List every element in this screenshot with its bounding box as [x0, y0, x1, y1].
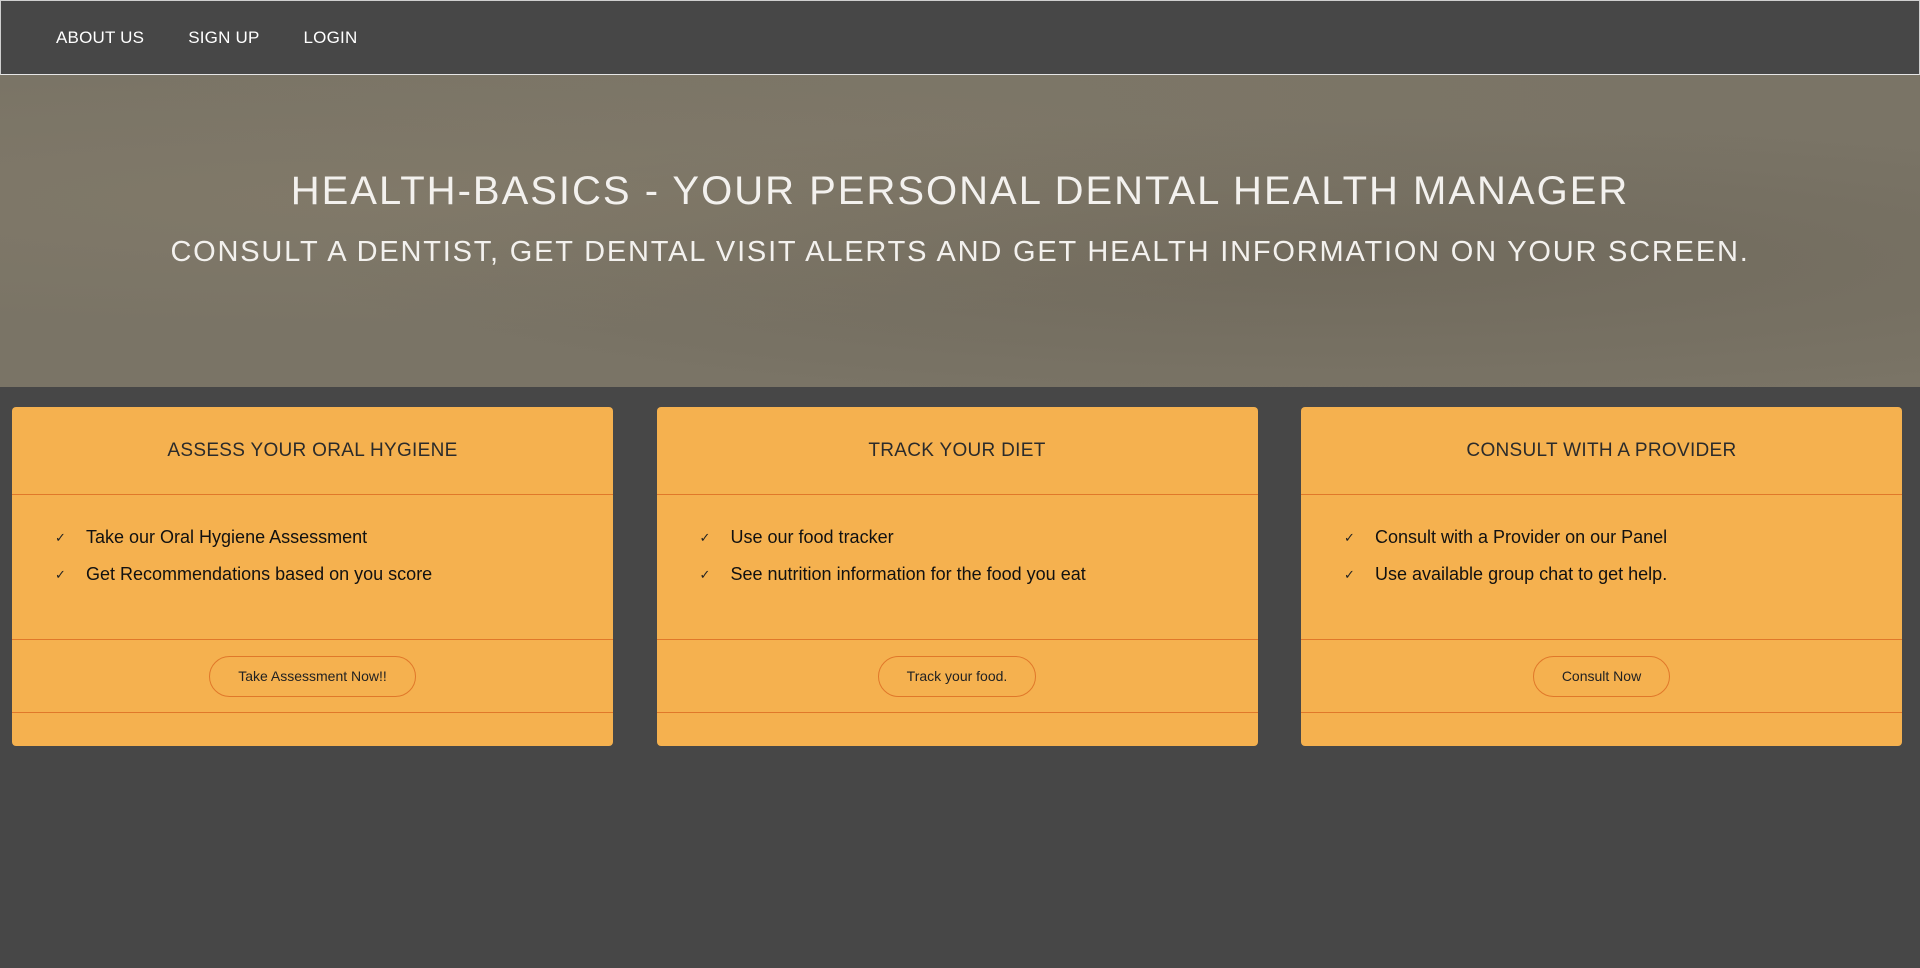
feature-item: ✓ Get Recommendations based on you score — [55, 556, 613, 593]
feature-item: ✓ Consult with a Provider on our Panel — [1344, 519, 1902, 556]
feature-text: See nutrition information for the food y… — [730, 564, 1086, 584]
nav-link-about-us[interactable]: ABOUT US — [56, 28, 144, 48]
feature-text: Use available group chat to get help. — [1375, 564, 1668, 584]
card-title: ASSESS YOUR ORAL HYGIENE — [12, 407, 613, 495]
card-track-diet: TRACK YOUR DIET ✓ Use our food tracker ✓… — [656, 407, 1258, 746]
check-icon: ✓ — [55, 529, 66, 545]
feature-item: ✓ Take our Oral Hygiene Assessment — [55, 519, 613, 556]
card-assess-oral-hygiene: ASSESS YOUR ORAL HYGIENE ✓ Take our Oral… — [12, 407, 613, 746]
card-title: CONSULT WITH A PROVIDER — [1301, 407, 1902, 495]
check-icon: ✓ — [699, 529, 711, 545]
feature-text: Take our Oral Hygiene Assessment — [86, 527, 368, 547]
hero-banner: HEALTH-BASICS - YOUR PERSONAL DENTAL HEA… — [0, 75, 1920, 387]
check-icon: ✓ — [55, 566, 66, 582]
consult-now-button[interactable]: Consult Now — [1532, 655, 1671, 697]
card-action-row: Consult Now — [1301, 640, 1902, 713]
feature-cards: ASSESS YOUR ORAL HYGIENE ✓ Take our Oral… — [12, 407, 1902, 746]
nav-link-sign-up[interactable]: SIGN UP — [188, 28, 259, 48]
check-icon: ✓ — [699, 566, 711, 582]
nav-link-login[interactable]: LOGIN — [304, 28, 358, 48]
take-assessment-button[interactable]: Take Assessment Now!! — [209, 655, 416, 697]
feature-text: Use our food tracker — [730, 527, 894, 547]
card-action-row: Take Assessment Now!! — [12, 640, 613, 713]
feature-text: Consult with a Provider on our Panel — [1375, 527, 1668, 547]
top-navbar: ABOUT US SIGN UP LOGIN — [0, 0, 1920, 75]
check-icon: ✓ — [1344, 566, 1355, 582]
feature-text: Get Recommendations based on you score — [86, 564, 433, 584]
hero-title: HEALTH-BASICS - YOUR PERSONAL DENTAL HEA… — [290, 169, 1630, 213]
feature-item: ✓ See nutrition information for the food… — [700, 556, 1258, 593]
feature-item: ✓ Use our food tracker — [700, 519, 1258, 556]
card-consult-provider: CONSULT WITH A PROVIDER ✓ Consult with a… — [1301, 407, 1902, 746]
feature-item: ✓ Use available group chat to get help. — [1344, 556, 1902, 593]
card-feature-list: ✓ Consult with a Provider on our Panel ✓… — [1301, 495, 1902, 640]
card-feature-list: ✓ Take our Oral Hygiene Assessment ✓ Get… — [12, 495, 613, 640]
check-icon: ✓ — [1344, 529, 1355, 545]
card-title: TRACK YOUR DIET — [656, 407, 1258, 495]
card-action-row: Track your food. — [656, 640, 1258, 713]
track-food-button[interactable]: Track your food. — [877, 655, 1037, 697]
card-feature-list: ✓ Use our food tracker ✓ See nutrition i… — [656, 495, 1258, 640]
hero-subtitle: CONSULT A DENTIST, GET DENTAL VISIT ALER… — [170, 236, 1750, 268]
